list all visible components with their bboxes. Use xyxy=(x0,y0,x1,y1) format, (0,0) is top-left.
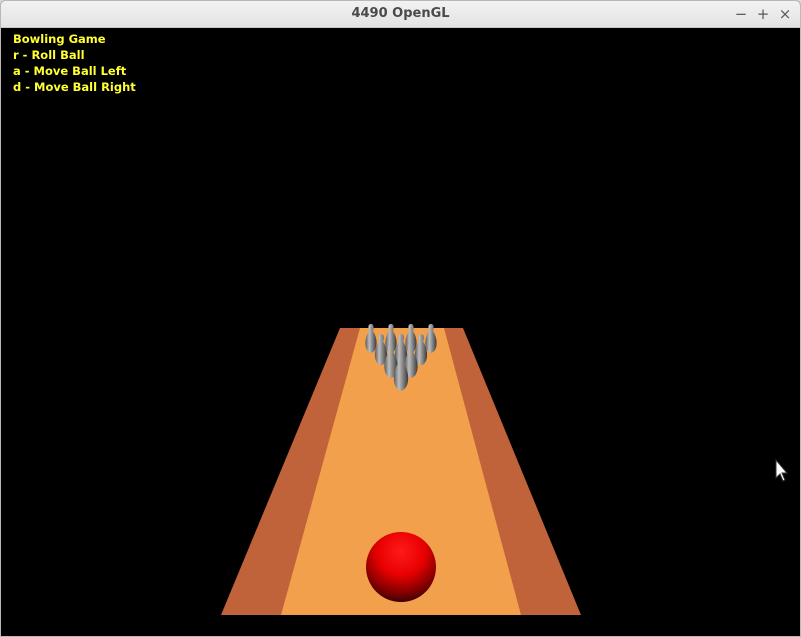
game-canvas[interactable]: Bowling Game r - Roll Ball a - Move Ball… xyxy=(4,28,799,635)
minimize-icon[interactable]: − xyxy=(732,5,750,23)
hud-line-left: a - Move Ball Left xyxy=(13,64,127,78)
cursor-icon xyxy=(775,458,789,482)
window-title: 4490 OpenGL xyxy=(351,6,450,21)
game-scene xyxy=(221,324,789,615)
title-bar[interactable]: 4490 OpenGL − + × xyxy=(1,1,800,28)
hud-panel: Bowling Game r - Roll Ball a - Move Ball… xyxy=(13,31,136,95)
bowling-ball xyxy=(366,532,436,602)
app-window: 4490 OpenGL − + × Bowling Game r - Roll … xyxy=(0,0,801,637)
maximize-icon[interactable]: + xyxy=(754,5,772,23)
hud-line-roll: r - Roll Ball xyxy=(13,48,85,62)
hud-line-right: d - Move Ball Right xyxy=(13,80,136,94)
hud-title: Bowling Game xyxy=(13,32,106,46)
close-icon[interactable]: × xyxy=(776,5,794,23)
